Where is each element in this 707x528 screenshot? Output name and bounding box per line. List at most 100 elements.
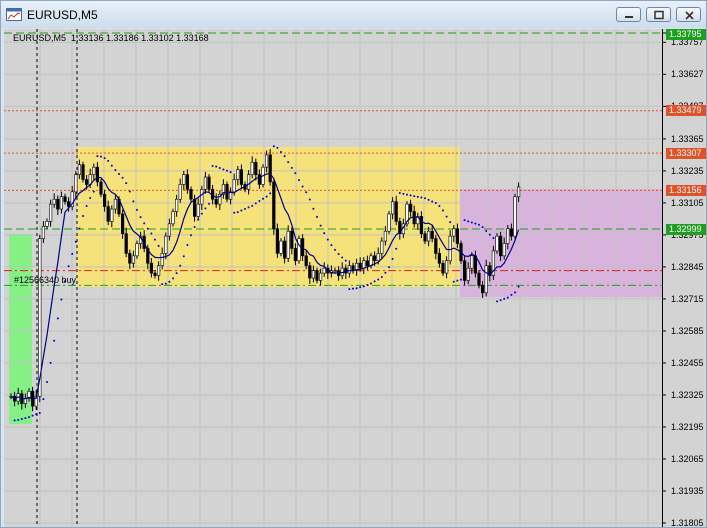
candle-body bbox=[92, 166, 96, 175]
candle-body bbox=[193, 198, 197, 217]
sar-dot bbox=[427, 198, 430, 201]
sar-dot bbox=[287, 161, 290, 164]
sar-dot bbox=[395, 247, 398, 250]
sar-dot bbox=[254, 202, 257, 205]
price-scale-label: 1.33627 bbox=[671, 69, 704, 80]
sar-dot bbox=[71, 252, 74, 255]
sar-dot bbox=[179, 264, 182, 267]
candle-body bbox=[333, 270, 337, 272]
sar-dot bbox=[485, 229, 488, 232]
price-tag: 1.33795 bbox=[666, 29, 706, 40]
sar-dot bbox=[139, 216, 142, 219]
sar-dot bbox=[416, 195, 419, 198]
sar-dot bbox=[46, 380, 48, 383]
candle-body bbox=[365, 260, 370, 266]
sar-dot bbox=[118, 173, 120, 176]
maximize-button[interactable] bbox=[646, 7, 671, 22]
sar-dot bbox=[150, 232, 153, 235]
candle-body bbox=[66, 201, 71, 207]
minimize-button[interactable] bbox=[616, 7, 641, 22]
candle-body bbox=[297, 238, 301, 262]
candle-body bbox=[232, 179, 236, 193]
price-scale-label: 1.31935 bbox=[671, 485, 704, 496]
sar-dot bbox=[348, 288, 351, 291]
sar-dot bbox=[301, 185, 304, 188]
sar-dot bbox=[24, 417, 27, 420]
sar-dot bbox=[406, 193, 408, 196]
sar-dot bbox=[298, 179, 300, 182]
sar-dot bbox=[463, 219, 466, 222]
sar-dot bbox=[290, 166, 293, 169]
candle-body bbox=[45, 221, 49, 227]
candle-body bbox=[408, 203, 413, 212]
sar-dot bbox=[272, 145, 275, 148]
sar-dot bbox=[136, 208, 138, 211]
sar-dot bbox=[226, 169, 228, 172]
candle-body bbox=[380, 240, 384, 254]
candle-body bbox=[509, 228, 514, 237]
candle-body bbox=[351, 265, 355, 271]
candle-body bbox=[390, 201, 395, 215]
candle-body bbox=[480, 285, 485, 294]
sar-dot bbox=[258, 199, 261, 202]
sar-dot bbox=[236, 211, 239, 214]
sar-dot bbox=[222, 168, 225, 171]
price-chart[interactable]: EURUSD,M5 1.33136 1.33186 1.33102 1.3316… bbox=[4, 29, 706, 527]
candle-body bbox=[81, 164, 85, 180]
order-label: #12566340 buy bbox=[14, 275, 77, 285]
sar-dot bbox=[208, 202, 210, 205]
candle-body bbox=[268, 154, 272, 183]
candle-body bbox=[498, 235, 503, 257]
candle-body bbox=[153, 272, 157, 276]
sar-dot bbox=[244, 207, 246, 210]
sar-dot bbox=[312, 207, 315, 210]
candle-body bbox=[214, 198, 218, 205]
price-tag: 1.32999 bbox=[666, 223, 706, 235]
chart-canvas[interactable] bbox=[4, 29, 706, 527]
candle-body bbox=[444, 260, 449, 274]
sar-dot bbox=[398, 192, 401, 195]
candle-body bbox=[311, 270, 316, 279]
sar-dot bbox=[49, 361, 52, 364]
candle-body bbox=[74, 174, 78, 193]
sar-dot bbox=[17, 419, 20, 422]
candle-body bbox=[376, 253, 380, 262]
sar-dot bbox=[114, 169, 117, 172]
sar-dot bbox=[424, 197, 426, 200]
sar-dot bbox=[283, 155, 286, 158]
candle-body bbox=[131, 255, 136, 264]
sar-dot bbox=[175, 272, 178, 275]
sar-dot bbox=[359, 286, 362, 289]
sar-dot bbox=[82, 215, 84, 218]
candle-body bbox=[455, 228, 460, 244]
candle-body bbox=[441, 262, 445, 274]
price-scale-label: 1.33105 bbox=[671, 197, 704, 208]
candle-body bbox=[462, 260, 467, 281]
sar-dot bbox=[143, 222, 146, 225]
candle-body bbox=[164, 235, 168, 254]
candle-body bbox=[315, 270, 319, 281]
candle-body bbox=[286, 230, 290, 259]
candle-body bbox=[149, 262, 154, 274]
close-button[interactable] bbox=[676, 7, 701, 22]
sar-dot bbox=[362, 285, 365, 288]
candle-body bbox=[171, 211, 175, 225]
candle-body bbox=[113, 198, 117, 210]
candle-body bbox=[247, 174, 251, 190]
title-bar[interactable]: EURUSD,M5 bbox=[1, 1, 706, 28]
sar-dot bbox=[352, 287, 354, 290]
candle-body bbox=[484, 265, 488, 294]
candle-body bbox=[318, 272, 323, 281]
sar-dot bbox=[110, 164, 113, 167]
sar-dot bbox=[334, 248, 336, 251]
sar-dot bbox=[200, 212, 203, 215]
price-scale-label: 1.32065 bbox=[671, 453, 704, 464]
sar-dot bbox=[488, 233, 491, 236]
sar-dot bbox=[60, 298, 63, 301]
candle-body bbox=[513, 196, 517, 237]
candle-body bbox=[175, 198, 179, 212]
sar-dot bbox=[506, 296, 509, 299]
candle-body bbox=[308, 265, 312, 279]
sar-dot bbox=[355, 287, 358, 290]
sar-dot bbox=[344, 259, 347, 262]
